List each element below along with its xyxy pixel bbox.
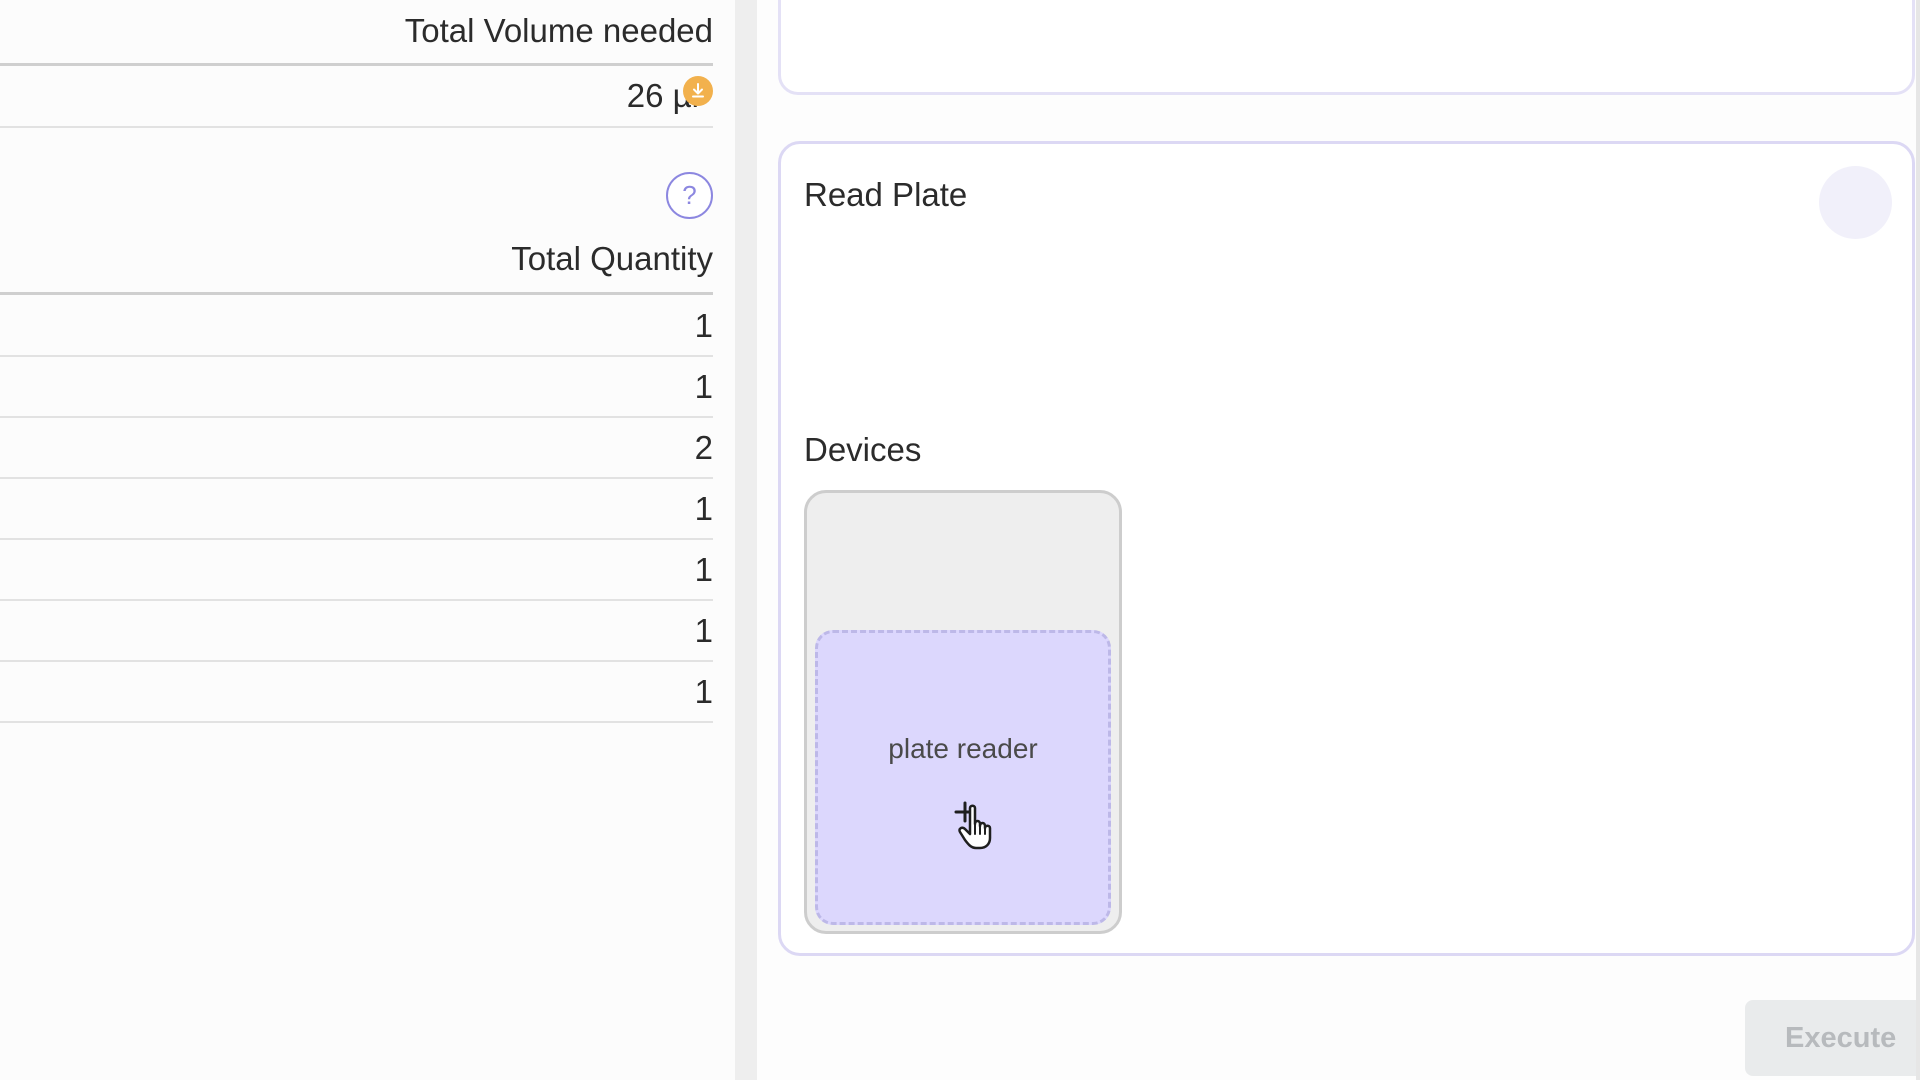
volume-header-label: Total Volume needed bbox=[404, 12, 713, 49]
quantity-header-label: Total Quantity bbox=[511, 240, 713, 277]
quantity-cell: 1 bbox=[694, 367, 713, 405]
inventory-panel: Total Volume needed 26 µl ? Total Quanti… bbox=[0, 0, 735, 1080]
volume-row: 26 µl bbox=[0, 66, 713, 128]
volume-column-header: Total Volume needed bbox=[0, 12, 713, 66]
step-status-indicator[interactable] bbox=[1819, 166, 1892, 239]
execute-button[interactable]: Execute bbox=[1745, 1000, 1920, 1076]
quantity-list: 1 1 2 1 1 1 1 bbox=[0, 296, 713, 723]
download-icon[interactable] bbox=[683, 76, 713, 106]
quantity-cell: 1 bbox=[694, 306, 713, 344]
device-card-plate-reader[interactable]: plate reader bbox=[815, 630, 1111, 925]
app-root: Total Volume needed 26 µl ? Total Quanti… bbox=[0, 0, 1920, 1080]
panel-divider[interactable] bbox=[735, 0, 757, 1080]
devices-label: Devices bbox=[804, 431, 922, 468]
quantity-cell: 1 bbox=[694, 611, 713, 649]
quantity-cell: 1 bbox=[694, 672, 713, 710]
quantity-column-header: Total Quantity bbox=[0, 240, 713, 295]
table-row: 1 bbox=[0, 357, 713, 418]
quantity-cell: 2 bbox=[694, 428, 713, 466]
read-plate-step-card: Read Plate Devices plate reader bbox=[778, 141, 1915, 956]
table-row: 1 bbox=[0, 296, 713, 357]
help-button[interactable]: ? bbox=[666, 172, 713, 219]
previous-step-card bbox=[778, 0, 1915, 95]
table-row: 2 bbox=[0, 418, 713, 479]
hand-cursor-icon bbox=[954, 801, 992, 850]
quantity-cell: 1 bbox=[694, 489, 713, 527]
table-row: 1 bbox=[0, 601, 713, 662]
scrollbar[interactable] bbox=[1916, 0, 1920, 1080]
table-row: 1 bbox=[0, 540, 713, 601]
question-icon: ? bbox=[682, 180, 697, 210]
device-drop-zone[interactable]: plate reader bbox=[804, 490, 1122, 934]
step-title: Read Plate bbox=[804, 176, 968, 213]
device-name: plate reader bbox=[888, 733, 1038, 764]
quantity-cell: 1 bbox=[694, 550, 713, 588]
table-row: 1 bbox=[0, 479, 713, 540]
table-row: 1 bbox=[0, 662, 713, 723]
